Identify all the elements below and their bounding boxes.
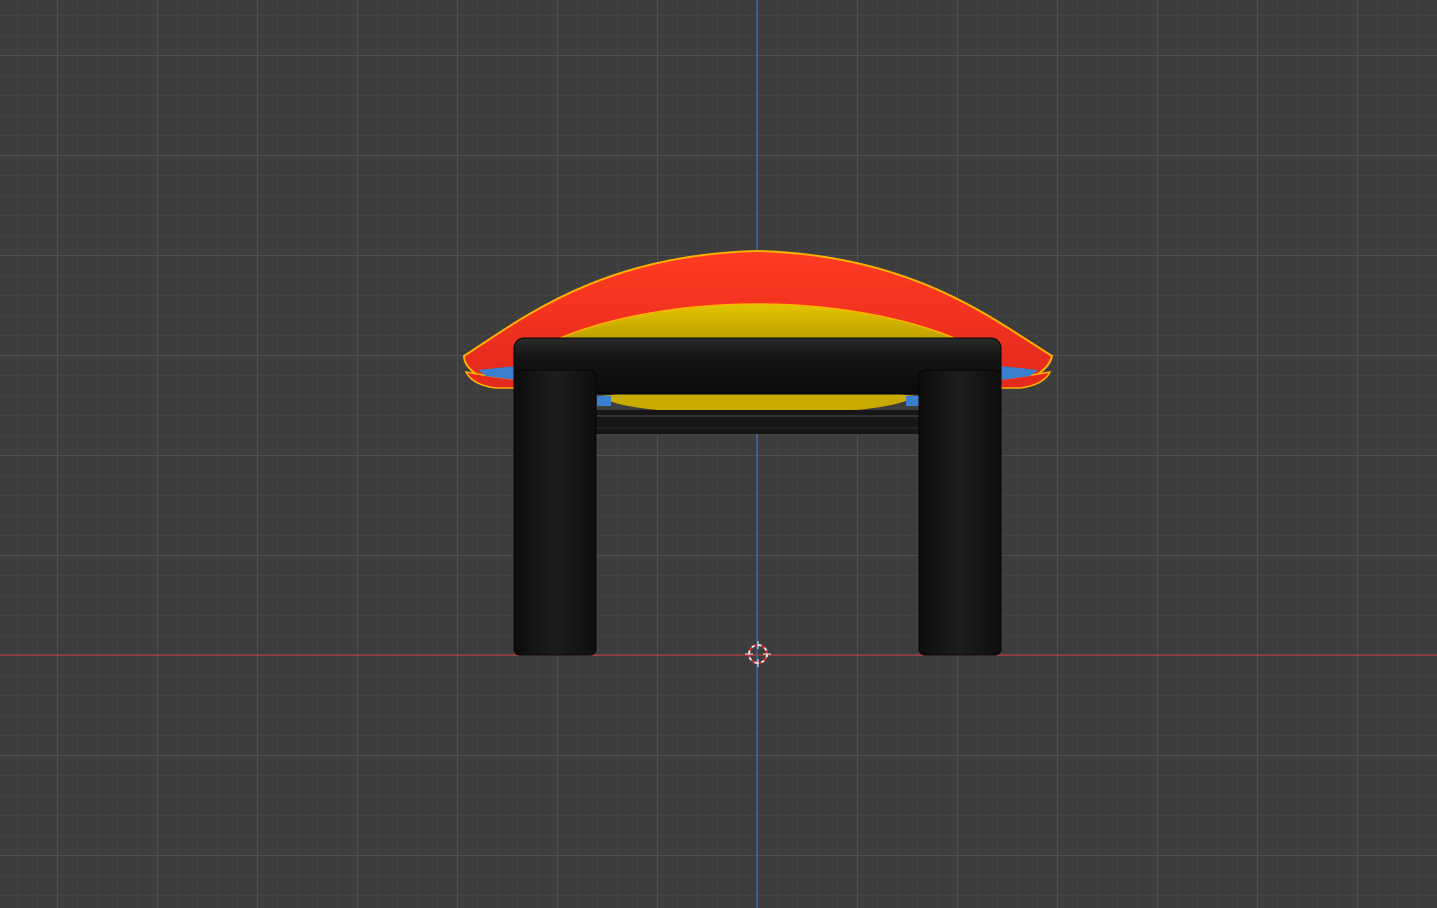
3d-viewport[interactable]	[0, 0, 1437, 908]
frame-leg-right	[918, 369, 1002, 656]
3d-cursor-icon[interactable]	[745, 641, 771, 667]
frame-leg-left	[513, 369, 597, 656]
3d-footstool-model-icon[interactable]	[462, 249, 1054, 656]
accent-blue-bar-right	[906, 396, 920, 406]
frame-cross-bar	[594, 410, 922, 434]
accent-blue-bar-left	[597, 396, 611, 406]
viewport-scene	[0, 0, 1437, 908]
